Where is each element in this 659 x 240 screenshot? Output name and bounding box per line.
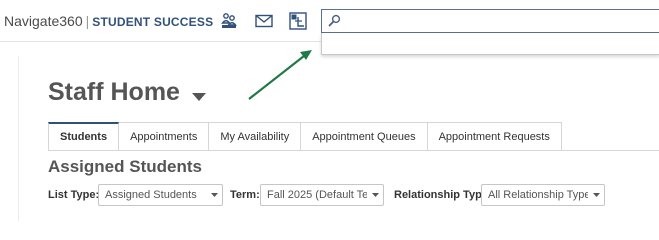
page-title[interactable]: Staff Home xyxy=(48,77,206,108)
search-results-dropdown[interactable] xyxy=(321,33,659,55)
brand-separator: | xyxy=(85,13,90,29)
relationship-type-label: Relationship Type: xyxy=(394,189,492,201)
term-select[interactable]: Fall 2025 (Default Te... xyxy=(260,184,384,206)
list-type-value: Assigned Students xyxy=(105,189,197,201)
relationship-type-value: All Relationship Types xyxy=(488,189,588,201)
app-brand[interactable]: Navigate360 | STUDENT SUCCESS xyxy=(4,13,213,29)
relationship-type-select[interactable]: All Relationship Types xyxy=(481,184,605,206)
section-title: Assigned Students xyxy=(48,157,202,176)
list-type-label: List Type: xyxy=(48,189,100,201)
term-label: Term: xyxy=(230,189,260,201)
search-box[interactable] xyxy=(321,9,659,33)
list-type-select[interactable]: Assigned Students xyxy=(98,184,223,206)
annotation-arrow-icon xyxy=(248,50,312,100)
tab-appointments[interactable]: Appointments xyxy=(119,122,210,151)
tab-appointment-queues[interactable]: Appointment Queues xyxy=(301,122,428,151)
tab-underline xyxy=(48,150,659,151)
brand-name: Navigate360 xyxy=(4,13,83,29)
caret-down-icon xyxy=(588,193,604,197)
page: Navigate360 | STUDENT SUCCESS Staff Home… xyxy=(0,0,659,221)
term-value: Fall 2025 (Default Te... xyxy=(267,189,367,201)
mail-icon[interactable] xyxy=(254,11,274,31)
page-title-text: Staff Home xyxy=(48,78,180,106)
caret-down-icon[interactable] xyxy=(191,79,206,108)
content-divider xyxy=(18,56,19,221)
tab-appointment-requests[interactable]: Appointment Requests xyxy=(427,122,562,151)
brand-subtitle: STUDENT SUCCESS xyxy=(92,15,214,29)
tab-my-availability[interactable]: My Availability xyxy=(209,122,302,151)
caret-down-icon xyxy=(206,193,222,197)
caret-down-icon xyxy=(367,193,383,197)
tab-students[interactable]: Students xyxy=(48,122,120,151)
search-icon xyxy=(328,14,341,32)
layout-icon[interactable] xyxy=(288,11,308,31)
search-input[interactable] xyxy=(346,12,646,30)
tab-bar: Students Appointments My Availability Ap… xyxy=(48,122,562,151)
people-icon[interactable] xyxy=(219,11,239,31)
